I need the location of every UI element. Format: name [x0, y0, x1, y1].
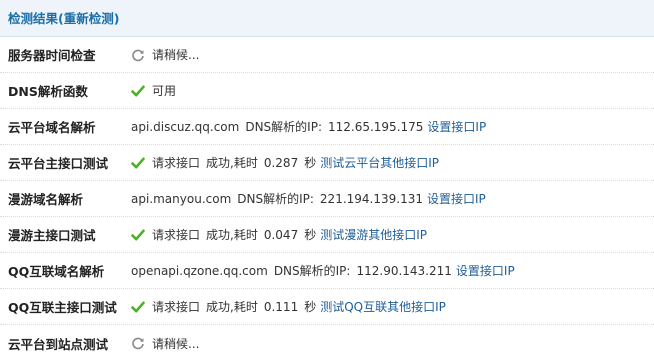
check-icon: [131, 300, 145, 314]
host-name: api.discuz.qq.com: [131, 119, 240, 134]
ip-address: 112.65.195.175: [327, 119, 424, 134]
row-value: 请求接口 成功,耗时 0.047 秒 测试漫游其他接口IP: [131, 226, 427, 243]
row-qq-connect-main-interface: QQ互联主接口测试 请求接口 成功,耗时 0.111 秒 测试QQ互联其他接口I…: [0, 289, 654, 325]
status-text: 可用: [152, 84, 177, 98]
request-interface-text: 请求接口: [152, 300, 201, 314]
status-text: 请稍候...: [152, 48, 200, 62]
check-icon: [131, 228, 145, 242]
time-unit: 秒: [304, 156, 317, 170]
results-header: 检测结果(重新检测): [0, 0, 654, 37]
request-interface-text: 请求接口: [152, 156, 201, 170]
row-value: 请求接口 成功,耗时 0.111 秒 测试QQ互联其他接口IP: [131, 298, 446, 315]
dns-ip-label: DNS解析的IP:: [237, 192, 314, 206]
elapsed-time: 0.047: [263, 227, 299, 242]
row-server-time-check: 服务器时间检查 请稍候...: [0, 37, 654, 73]
host-name: api.manyou.com: [131, 191, 232, 206]
row-label: 漫游主接口测试: [8, 228, 96, 243]
refresh-icon: [131, 48, 145, 62]
result-text: 成功,耗时: [206, 156, 258, 170]
check-results-panel: 检测结果(重新检测) 服务器时间检查 请稍候... DNS解析函数 可用 云平台…: [0, 0, 654, 364]
ip-address: 112.90.143.211: [356, 263, 452, 278]
row-dns-function: DNS解析函数 可用: [0, 73, 654, 109]
test-cloud-other-ip-link[interactable]: 测试云平台其他接口IP: [320, 154, 439, 171]
dns-ip-label: DNS解析的IP:: [273, 264, 351, 278]
row-value: 请稍候...: [131, 46, 199, 63]
row-qq-connect-domain: QQ互联域名解析 openapi.qzone.qq.com DNS解析的IP: …: [0, 253, 654, 289]
set-interface-ip-link[interactable]: 设置接口IP: [427, 118, 486, 135]
row-value: 请求接口 成功,耗时 0.287 秒 测试云平台其他接口IP: [131, 154, 439, 171]
row-value: api.discuz.qq.com DNS解析的IP: 112.65.195.1…: [131, 118, 486, 135]
row-label: 服务器时间检查: [8, 48, 96, 63]
results-title[interactable]: 检测结果(重新检测): [8, 11, 119, 26]
row-label: 漫游域名解析: [8, 192, 84, 207]
row-label: QQ互联主接口测试: [8, 300, 117, 315]
result-text: 成功,耗时: [206, 300, 258, 314]
row-label: 云平台域名解析: [8, 120, 96, 135]
row-manyou-main-interface: 漫游主接口测试 请求接口 成功,耗时 0.047 秒 测试漫游其他接口IP: [0, 217, 654, 253]
row-label: 云平台主接口测试: [8, 156, 109, 171]
test-manyou-other-ip-link[interactable]: 测试漫游其他接口IP: [320, 226, 427, 243]
row-cloud-main-interface: 云平台主接口测试 请求接口 成功,耗时 0.287 秒 测试云平台其他接口IP: [0, 145, 654, 181]
set-interface-ip-link[interactable]: 设置接口IP: [456, 262, 515, 279]
time-unit: 秒: [304, 228, 317, 242]
row-value: 可用: [131, 82, 176, 99]
ip-address: 221.194.139.131: [319, 191, 423, 206]
check-icon: [131, 156, 145, 170]
elapsed-time: 0.111: [263, 299, 299, 314]
set-interface-ip-link[interactable]: 设置接口IP: [427, 190, 486, 207]
result-text: 成功,耗时: [206, 228, 258, 242]
status-text: 请稍候...: [152, 336, 200, 351]
row-cloud-domain: 云平台域名解析 api.discuz.qq.com DNS解析的IP: 112.…: [0, 109, 654, 145]
row-cloud-to-site-test: 云平台到站点测试 请稍候...: [0, 325, 654, 361]
row-label: QQ互联域名解析: [8, 264, 105, 279]
test-qq-connect-other-ip-link[interactable]: 测试QQ互联其他接口IP: [320, 298, 446, 315]
elapsed-time: 0.287: [263, 155, 299, 170]
row-value: openapi.qzone.qq.com DNS解析的IP: 112.90.14…: [131, 262, 515, 279]
host-name: openapi.qzone.qq.com: [131, 263, 268, 278]
row-manyou-domain: 漫游域名解析 api.manyou.com DNS解析的IP: 221.194.…: [0, 181, 654, 217]
row-value: api.manyou.com DNS解析的IP: 221.194.139.131…: [131, 190, 486, 207]
refresh-icon: [131, 336, 145, 350]
request-interface-text: 请求接口: [152, 228, 201, 242]
row-value: 请稍候...: [131, 335, 199, 352]
dns-ip-label: DNS解析的IP:: [245, 120, 322, 134]
time-unit: 秒: [304, 300, 317, 314]
check-icon: [131, 84, 145, 98]
row-label: DNS解析函数: [8, 84, 88, 99]
row-label: 云平台到站点测试: [8, 336, 109, 352]
